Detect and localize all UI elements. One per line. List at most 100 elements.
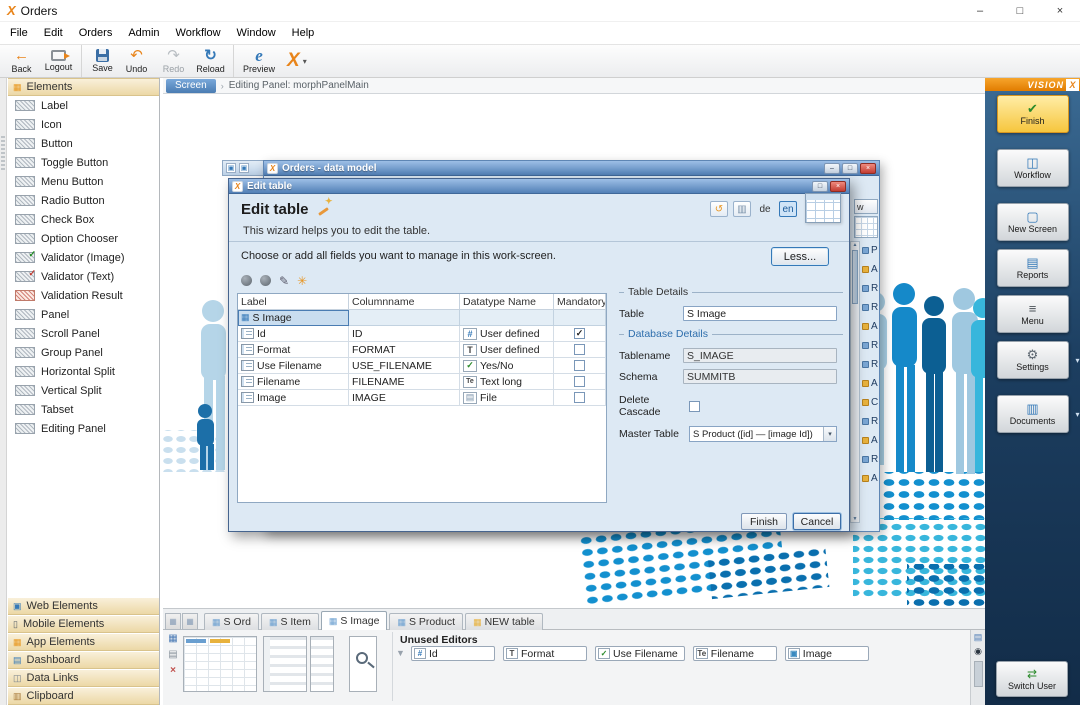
visionx-button[interactable]: ▤ Reports xyxy=(996,249,1069,287)
column-header[interactable]: Datatype Name xyxy=(460,294,554,310)
mini-tab-icon[interactable]: ▦ xyxy=(165,613,181,630)
element-item[interactable]: Option Chooser xyxy=(8,229,159,248)
language-de-button[interactable]: de xyxy=(756,201,774,217)
element-item[interactable]: Vertical Split xyxy=(8,381,159,400)
data-model-item[interactable]: C: xyxy=(862,393,878,412)
mandatory-checkbox[interactable] xyxy=(574,344,585,355)
field-toolbar-icon[interactable] xyxy=(241,275,252,286)
menu-item[interactable]: Orders xyxy=(71,24,121,42)
panel-toggle-icon[interactable]: ▤ xyxy=(974,633,983,642)
palette-section-header[interactable]: ▣ Web Elements xyxy=(8,597,159,615)
table-group-row[interactable]: ▦ S Image xyxy=(238,310,606,326)
table-row[interactable]: Use Filename USE_FILENAME ✓ Yes/No xyxy=(238,358,606,374)
field-toolbar-icon[interactable]: ✎ xyxy=(279,275,289,287)
data-model-item[interactable]: A: xyxy=(862,317,878,336)
toolbar-button[interactable]: Logout xyxy=(40,45,77,77)
menu-item[interactable]: Admin xyxy=(120,24,167,42)
mandatory-checkbox[interactable] xyxy=(574,392,585,403)
filter-funnel-icon[interactable]: ▼ xyxy=(396,648,405,658)
switch-user-button[interactable]: ⇄ Switch User xyxy=(996,661,1068,697)
data-model-item[interactable]: A: xyxy=(862,260,878,279)
menu-item[interactable]: File xyxy=(2,24,36,42)
element-item[interactable]: Button xyxy=(8,134,159,153)
mandatory-checkbox[interactable] xyxy=(574,360,585,371)
element-item[interactable]: Toggle Button xyxy=(8,153,159,172)
image-icon[interactable]: ▣ xyxy=(226,163,236,173)
editor-chip[interactable]: ✓ Use Filename xyxy=(595,646,685,661)
element-item[interactable]: Check Box xyxy=(8,210,159,229)
maximize-button[interactable]: □ xyxy=(812,180,828,192)
element-item[interactable]: Scroll Panel xyxy=(8,324,159,343)
finish-button[interactable]: Finish xyxy=(741,513,787,530)
visionx-button[interactable]: ▢ New Screen xyxy=(996,203,1069,241)
toolbar-button[interactable]: ↶ Undo xyxy=(118,45,155,77)
toolbar-button[interactable]: Save xyxy=(81,45,118,77)
master-table-select[interactable]: S Product ([id] — [image Id]) ▾ xyxy=(689,426,837,442)
element-item[interactable]: Editing Panel xyxy=(8,419,159,438)
partial-button[interactable]: w xyxy=(854,199,878,214)
table-tab[interactable]: ▦ S Image xyxy=(320,611,388,630)
maximize-button[interactable]: □ xyxy=(1000,0,1040,21)
column-header[interactable]: Mandatory xyxy=(554,294,606,310)
visionx-button[interactable]: ⚙ Settings xyxy=(996,341,1069,379)
data-model-item[interactable]: A: xyxy=(862,431,878,450)
close-button[interactable]: × xyxy=(860,162,876,174)
vertical-scrollbar[interactable] xyxy=(850,241,860,523)
toolbar-button[interactable]: ↻ Reload xyxy=(192,45,229,77)
cancel-button[interactable]: Cancel xyxy=(793,513,841,530)
visionx-logo-button[interactable]: X ▾ xyxy=(287,50,307,72)
toolbar-button[interactable]: ← Back xyxy=(3,45,40,77)
panel-toggle-icon[interactable]: ◉ xyxy=(974,647,982,656)
table-tab[interactable]: ▦ S Ord xyxy=(204,613,259,630)
image-icon[interactable]: ▣ xyxy=(239,163,249,173)
minimize-button[interactable]: – xyxy=(960,0,1000,21)
palette-section-header[interactable]: ▦ App Elements xyxy=(8,633,159,651)
table-row[interactable]: Format FORMAT T User defined xyxy=(238,342,606,358)
scrollbar-thumb[interactable] xyxy=(852,250,858,304)
data-model-item[interactable]: RI xyxy=(862,298,878,317)
element-item[interactable]: Tabset xyxy=(8,400,159,419)
chevron-down-icon[interactable]: ▾ xyxy=(1075,356,1079,365)
collapsed-side-strip[interactable] xyxy=(0,78,7,705)
maximize-button[interactable]: □ xyxy=(842,162,858,174)
element-item[interactable]: Radio Button xyxy=(8,191,159,210)
delete-cascade-checkbox[interactable] xyxy=(689,400,700,412)
element-item[interactable]: Validator (Text) xyxy=(8,267,159,286)
column-header[interactable]: Columnname xyxy=(349,294,460,310)
table-name-input[interactable]: S Image xyxy=(683,306,837,321)
editor-chip[interactable]: Te Filename xyxy=(692,646,777,661)
field-toolbar-icon[interactable]: ✳ xyxy=(297,275,307,287)
data-model-titlebar[interactable]: X Orders - data model – □ × xyxy=(264,161,879,176)
layout-thumbnail-list-small[interactable] xyxy=(310,636,334,692)
data-model-item[interactable]: Pa xyxy=(862,241,878,260)
toolbar-button[interactable]: ↷ Redo xyxy=(155,45,192,77)
mandatory-checkbox[interactable] xyxy=(574,328,585,339)
chevron-down-icon[interactable]: ▾ xyxy=(823,427,836,441)
layout-strip-icon[interactable]: ▤ xyxy=(168,650,177,660)
chevron-down-icon[interactable]: ▾ xyxy=(1075,410,1079,419)
palette-section-header[interactable]: ▥ Clipboard xyxy=(8,687,159,705)
palette-section-header[interactable]: ◫ Data Links xyxy=(8,669,159,687)
data-model-item[interactable]: A: xyxy=(862,374,878,393)
data-model-item[interactable]: RI xyxy=(862,412,878,431)
toolbar-button[interactable]: e Preview xyxy=(233,45,279,77)
menu-item[interactable]: Workflow xyxy=(168,24,229,42)
table-tab[interactable]: ▦ NEW table xyxy=(465,613,543,630)
editor-chip[interactable]: ▣ Image xyxy=(784,646,869,661)
editor-chip[interactable]: # Id xyxy=(411,646,495,661)
dialog-tool-icon[interactable]: ↺ xyxy=(710,201,728,217)
data-model-item[interactable]: RI xyxy=(862,355,878,374)
close-button[interactable]: × xyxy=(830,180,846,192)
table-tab[interactable]: ▦ S Product xyxy=(389,613,464,630)
layout-strip-icon[interactable]: × xyxy=(170,666,176,676)
editor-chip[interactable]: T Format xyxy=(503,646,587,661)
element-item[interactable]: Validator (Image) xyxy=(8,248,159,267)
dialog-tool-icon[interactable]: ▥ xyxy=(733,201,751,217)
data-model-item[interactable]: A: xyxy=(862,469,878,488)
element-item[interactable]: Horizontal Split xyxy=(8,362,159,381)
dialog-titlebar[interactable]: X Edit table □ × xyxy=(229,179,849,194)
table-row[interactable]: Filename FILENAME Te Text long xyxy=(238,374,606,390)
less-button[interactable]: Less... xyxy=(771,247,829,266)
layout-thumbnail-grid[interactable] xyxy=(183,636,257,692)
table-row[interactable]: Id ID # User defined xyxy=(238,326,606,342)
